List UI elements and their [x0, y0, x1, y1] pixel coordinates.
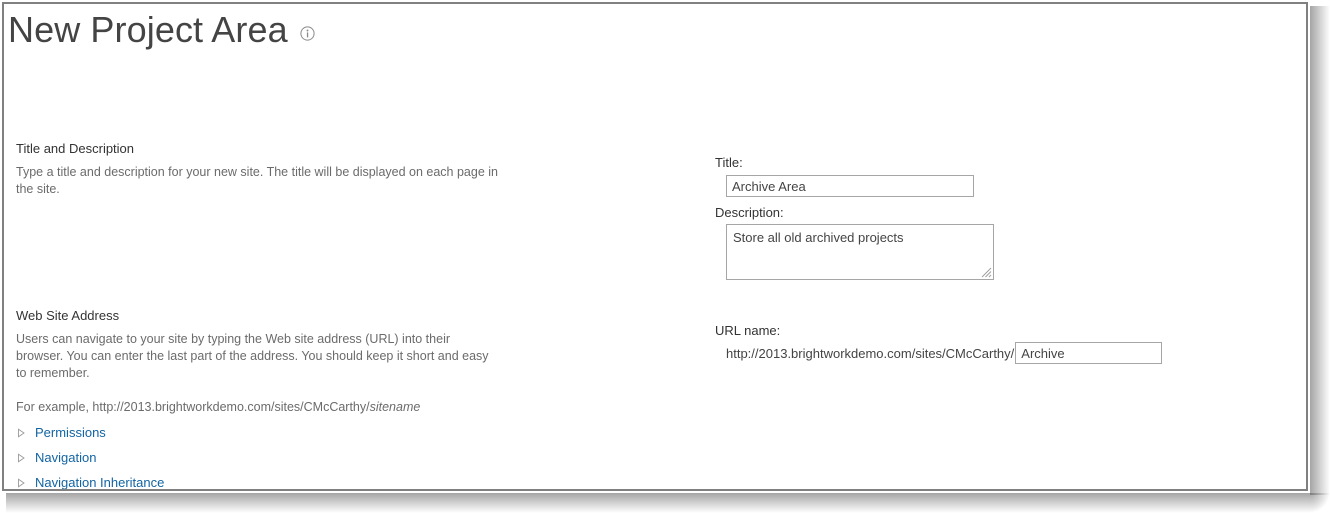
title-input[interactable]: [726, 175, 974, 197]
section-heading: Title and Description: [16, 141, 135, 156]
info-circle-icon[interactable]: [300, 25, 315, 41]
collapsible-label[interactable]: Navigation Inheritance: [35, 475, 164, 489]
dialog-frame: New Project Area Title and Description T…: [2, 2, 1308, 491]
url-field-label: URL name:: [715, 323, 781, 338]
frame-shadow-bottom: [6, 493, 1310, 513]
section-body: Users can navigate to your site by typin…: [16, 332, 489, 380]
collapsible-label[interactable]: Permissions: [35, 425, 106, 441]
chevron-right-icon[interactable]: [16, 453, 26, 463]
url-example: For example, http://2013.brightworkdemo.…: [16, 399, 498, 416]
description-input[interactable]: Store all old archived projects: [726, 224, 994, 280]
page-title-row: New Project Area: [8, 8, 315, 52]
url-example-prefix: For example, http://2013.brightworkdemo.…: [16, 400, 370, 414]
title-field-label: Title:: [715, 155, 743, 170]
collapsible-permissions[interactable]: Permissions: [16, 423, 316, 443]
section-heading: Web Site Address: [16, 308, 120, 323]
collapsible-label[interactable]: Navigation: [35, 450, 96, 466]
section-web-site-address: Web Site Address Users can navigate to y…: [16, 308, 498, 416]
chevron-right-icon[interactable]: [16, 478, 26, 488]
page-title: New Project Area: [8, 9, 288, 50]
description-field-label: Description:: [715, 205, 784, 220]
collapsible-navigation-inheritance[interactable]: Navigation Inheritance: [16, 473, 316, 489]
collapsible-navigation[interactable]: Navigation: [16, 448, 316, 468]
chevron-right-icon[interactable]: [16, 428, 26, 438]
frame-shadow-corner: [1310, 493, 1330, 513]
url-prefix-text: http://2013.brightworkdemo.com/sites/CMc…: [726, 345, 1015, 361]
frame-shadow-right: [1310, 6, 1330, 495]
url-example-sitename: sitename: [369, 400, 421, 414]
section-title-and-description: Title and Description Type a title and d…: [16, 141, 498, 198]
url-name-input[interactable]: [1015, 342, 1163, 364]
description-field-wrapper: Store all old archived projects: [726, 224, 994, 280]
collapsible-sections: Permissions Navigation Navigation Inheri…: [16, 423, 316, 489]
url-field-row: http://2013.brightworkdemo.com/sites/CMc…: [726, 342, 1163, 364]
section-body: Type a title and description for your ne…: [16, 165, 498, 196]
